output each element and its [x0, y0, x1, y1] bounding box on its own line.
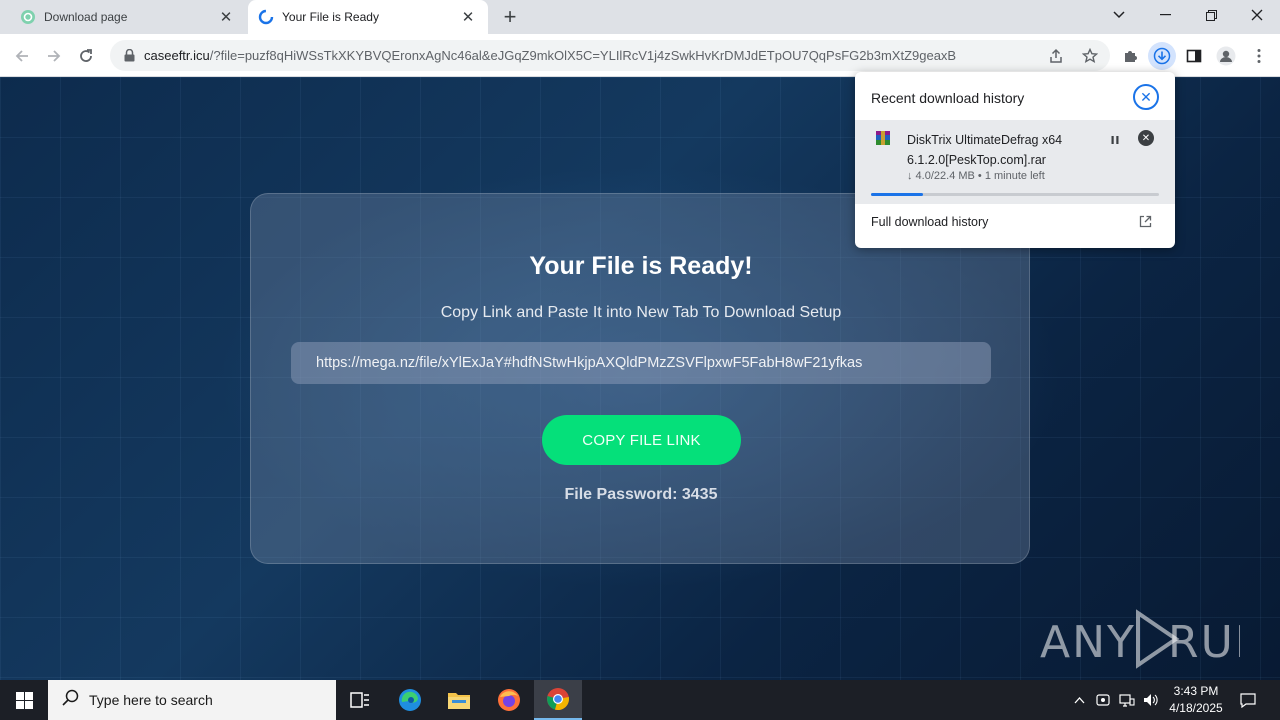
- address-bar[interactable]: caseeftr.icu/?file=puzf8qHiWSsTkXKYBVQEr…: [110, 40, 1110, 71]
- search-icon: [62, 689, 79, 711]
- back-button[interactable]: [8, 42, 36, 70]
- tab-title: Your File is Ready: [282, 10, 379, 24]
- bookmark-star-icon[interactable]: [1080, 46, 1100, 66]
- close-icon[interactable]: ✕: [1133, 84, 1159, 110]
- full-download-history-link[interactable]: Full download history: [871, 215, 988, 229]
- tray-chevron-up-icon[interactable]: [1068, 680, 1090, 720]
- windows-taskbar: Type here to search 3:43 PM 4/18/2025: [0, 680, 1280, 720]
- share-icon[interactable]: [1046, 46, 1066, 66]
- download-file-name: DiskTrix UltimateDefrag x64 6.1.2.0[Pesk…: [907, 133, 1063, 167]
- extensions-puzzle-icon[interactable]: [1116, 42, 1144, 70]
- open-external-icon[interactable]: [1139, 215, 1153, 229]
- close-tab-icon[interactable]: ✕: [218, 9, 234, 26]
- menu-kebab-icon[interactable]: [1245, 42, 1273, 70]
- side-panel-icon[interactable]: [1180, 42, 1208, 70]
- close-window-button[interactable]: [1234, 0, 1280, 30]
- page-title: Your File is Ready!: [529, 252, 753, 280]
- profile-avatar-icon[interactable]: [1212, 42, 1240, 70]
- edge-browser-icon[interactable]: [386, 680, 434, 720]
- tab-search-chevron-icon[interactable]: [1096, 0, 1142, 30]
- tab-strip: Download page ✕ Your File is Ready ✕ +: [0, 0, 1280, 34]
- svg-text:ANY: ANY: [1040, 617, 1136, 668]
- meet-now-icon[interactable]: [1092, 680, 1114, 720]
- download-item[interactable]: DiskTrix UltimateDefrag x64 6.1.2.0[Pesk…: [855, 120, 1175, 204]
- loading-spinner-icon: [258, 9, 274, 25]
- downloads-icon[interactable]: [1148, 42, 1176, 70]
- chrome-icon[interactable]: [534, 680, 582, 720]
- download-bubble: Recent download history ✕ DiskTrix Ultim…: [855, 72, 1175, 248]
- firefox-icon[interactable]: [485, 680, 533, 720]
- url-text: caseeftr.icu/?file=puzf8qHiWSsTkXKYBVQEr…: [144, 48, 957, 63]
- search-placeholder: Type here to search: [89, 692, 213, 708]
- tab-your-file-is-ready[interactable]: Your File is Ready ✕: [248, 0, 488, 34]
- anyrun-watermark: ANY RUN: [1040, 607, 1240, 671]
- rar-archive-icon: [875, 130, 891, 146]
- network-icon[interactable]: [1116, 680, 1138, 720]
- download-card: Your File is Ready! Copy Link and Paste …: [250, 193, 1030, 564]
- file-explorer-icon[interactable]: [435, 680, 483, 720]
- reload-button[interactable]: [72, 42, 100, 70]
- tab-download-page[interactable]: Download page ✕: [0, 0, 246, 34]
- download-bubble-title: Recent download history: [871, 90, 1025, 106]
- copy-file-link-button[interactable]: COPY FILE LINK: [542, 415, 741, 465]
- file-link-field[interactable]: https://mega.nz/file/xYlExJaY#hdfNStwHkj…: [291, 342, 991, 384]
- clock-date: 4/18/2025: [1169, 701, 1223, 715]
- task-view-icon[interactable]: [336, 680, 384, 720]
- notifications-icon[interactable]: [1234, 680, 1262, 720]
- volume-icon[interactable]: [1140, 680, 1162, 720]
- file-link-text: https://mega.nz/file/xYlExJaY#hdfNStwHkj…: [316, 355, 863, 371]
- file-password-text: File Password: 3435: [564, 486, 718, 503]
- cancel-download-icon[interactable]: ✕: [1138, 130, 1154, 146]
- taskbar-clock[interactable]: 3:43 PM 4/18/2025: [1160, 683, 1232, 717]
- pause-icon[interactable]: [1105, 130, 1125, 150]
- minimize-button[interactable]: [1142, 0, 1188, 30]
- globe-icon: [20, 9, 36, 25]
- taskbar-search-box[interactable]: Type here to search: [48, 680, 336, 720]
- restore-button[interactable]: [1188, 0, 1234, 30]
- svg-text:RUN: RUN: [1168, 617, 1240, 668]
- download-status: ↓ 4.0/22.4 MB • 1 minute left: [907, 170, 1045, 182]
- download-progress-bar: [871, 193, 1159, 196]
- clock-time: 3:43 PM: [1173, 684, 1219, 698]
- close-tab-icon[interactable]: ✕: [460, 9, 476, 26]
- tab-title: Download page: [44, 10, 128, 24]
- new-tab-button[interactable]: +: [498, 4, 522, 29]
- browser-toolbar: caseeftr.icu/?file=puzf8qHiWSsTkXKYBVQEr…: [0, 34, 1280, 77]
- instruction-text: Copy Link and Paste It into New Tab To D…: [440, 304, 842, 321]
- forward-button[interactable]: [40, 42, 68, 70]
- windows-start-icon[interactable]: [0, 680, 48, 720]
- lock-icon[interactable]: [122, 49, 136, 63]
- download-progress-fill: [871, 193, 923, 196]
